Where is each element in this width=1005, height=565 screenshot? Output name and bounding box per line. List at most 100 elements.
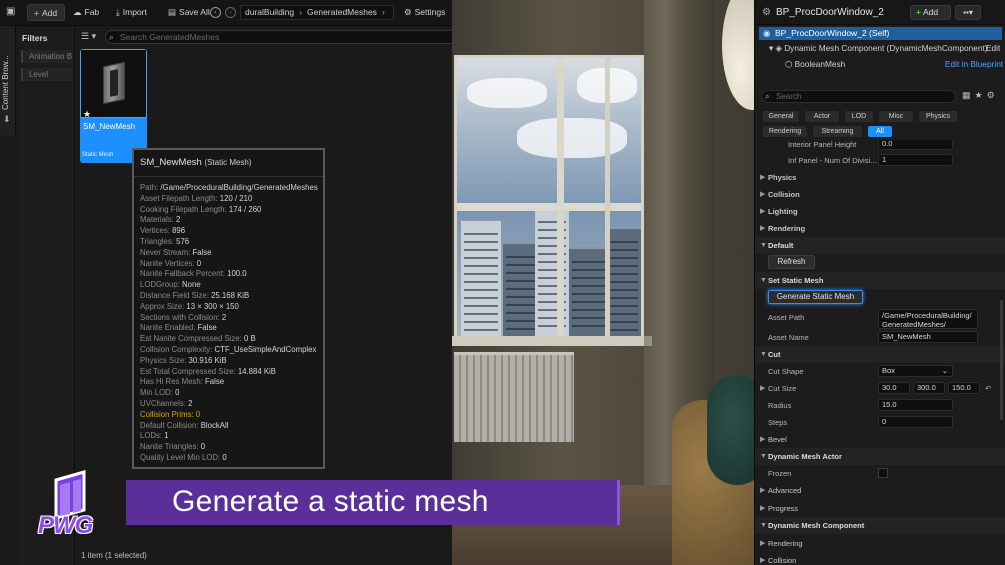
tab-lod[interactable]: LOD bbox=[845, 111, 873, 122]
tree-item-boolean-mesh[interactable]: ⬡ BooleanMesh bbox=[785, 59, 845, 69]
tooltip-row: Physics Size: 30.916 KiB bbox=[140, 356, 322, 367]
interior-panel-height-field[interactable]: 0.0 bbox=[878, 140, 953, 150]
breadcrumb-item[interactable]: duralBuilding bbox=[245, 7, 294, 17]
tab-actor[interactable]: Actor bbox=[805, 111, 839, 122]
history-forward-button[interactable]: › bbox=[225, 7, 236, 18]
section-lighting[interactable]: ▶ Lighting bbox=[755, 203, 1005, 220]
pin-icon[interactable]: ⬇ bbox=[3, 114, 11, 125]
filters-title: Filters bbox=[22, 33, 48, 43]
filter-chip-level[interactable]: Level bbox=[21, 68, 72, 81]
cut-size-z-field[interactable]: 150.0 bbox=[948, 382, 980, 394]
tab-rendering[interactable]: Rendering bbox=[763, 126, 807, 137]
settings-button[interactable]: ⚙ Settings bbox=[398, 4, 451, 21]
section-advanced[interactable]: ▶ Advanced bbox=[755, 482, 1005, 499]
save-all-button[interactable]: ▤ Save All bbox=[162, 4, 216, 21]
section-default[interactable]: ▼ Default bbox=[755, 237, 1005, 254]
section-dynamic-mesh-component[interactable]: ▼ Dynamic Mesh Component bbox=[755, 517, 1005, 534]
tooltip-row: Triangles: 576 bbox=[140, 237, 322, 248]
tab-physics[interactable]: Physics bbox=[919, 111, 957, 122]
refresh-button[interactable]: Refresh bbox=[768, 255, 815, 269]
add-button[interactable]: + Add bbox=[27, 4, 65, 21]
chevron-right-icon: ▶ bbox=[760, 557, 766, 564]
inf-panel-divisions-field[interactable]: 1 bbox=[878, 154, 953, 166]
cut-size-y-field[interactable]: 300.0 bbox=[913, 382, 945, 394]
edit-in-blueprint-link[interactable]: Edit in Blueprint bbox=[945, 59, 1003, 69]
edit-component-link[interactable]: Edit bbox=[986, 43, 1000, 53]
tree-item-self[interactable]: ◉ BP_ProcDoorWindow_2 (Self) bbox=[759, 27, 1002, 40]
section-dynamic-mesh-actor[interactable]: ▼ Dynamic Mesh Actor bbox=[755, 448, 1005, 465]
asset-path-field[interactable]: /Game/ProceduralBuilding/ GeneratedMeshe… bbox=[878, 309, 978, 329]
search-icon: ⌕ bbox=[765, 92, 770, 101]
tooltip-row-key: Approx Size: bbox=[140, 301, 185, 311]
details-scrollbar[interactable] bbox=[1000, 300, 1003, 420]
chevron-right-icon: › bbox=[381, 7, 385, 17]
section-collision[interactable]: ▶ Collision bbox=[755, 186, 1005, 203]
tab-streaming[interactable]: Streaming bbox=[813, 126, 862, 137]
section-progress[interactable]: ▶ Progress bbox=[755, 500, 1005, 517]
tooltip-row-key: Sections with Collision: bbox=[140, 312, 220, 322]
folder-icon[interactable]: ▣ bbox=[6, 6, 15, 17]
tooltip-row-key: Asset Filepath Length: bbox=[140, 193, 218, 203]
tooltip-row-key: Est Nanite Compressed Size: bbox=[140, 334, 242, 344]
asset-name-field[interactable]: SM_NewMesh bbox=[878, 331, 978, 343]
tab-general[interactable]: General bbox=[763, 111, 799, 122]
section-set-static-mesh[interactable]: ▼ Set Static Mesh bbox=[755, 272, 1005, 289]
tooltip-row-value: 0 bbox=[196, 258, 202, 268]
chevron-right-icon[interactable]: ▶ bbox=[760, 380, 765, 397]
section-bevel[interactable]: ▶ Bevel bbox=[755, 431, 1005, 448]
history-back-button[interactable]: ‹ bbox=[210, 7, 221, 18]
breadcrumb-item[interactable]: GeneratedMeshes bbox=[307, 7, 377, 17]
filter-icon[interactable]: ☰ ▾ bbox=[81, 31, 96, 42]
reset-icon[interactable]: ↶ bbox=[985, 380, 991, 397]
section-physics[interactable]: ▶ Physics bbox=[755, 169, 1005, 186]
tab-all[interactable]: All bbox=[868, 126, 892, 137]
filter-chip-animation[interactable]: Animation B bbox=[21, 50, 72, 63]
plus-icon: + bbox=[34, 8, 39, 18]
viewport-menu-icon[interactable]: ⋮ bbox=[744, 7, 754, 18]
asset-tile[interactable]: ★ SM_NewMesh Static Mesh bbox=[80, 49, 147, 163]
tree-item-dynamic-mesh-component[interactable]: ▾ ◈ Dynamic Mesh Component (DynamicMeshC… bbox=[769, 43, 988, 53]
asset-search-input[interactable]: ⌕ Search GeneratedMeshes ⌄ bbox=[105, 30, 487, 44]
chevron-right-icon: ▶ bbox=[760, 225, 766, 232]
tooltip-row-value: 576 bbox=[176, 236, 190, 246]
mesh-component-icon: ◈ bbox=[775, 43, 782, 53]
import-button[interactable]: ⤓ Import bbox=[110, 4, 153, 21]
table-view-icon[interactable]: ▦ bbox=[962, 90, 975, 100]
star-icon[interactable]: ★ bbox=[975, 90, 987, 100]
tooltip-row: Est Nanite Compressed Size: 0 B bbox=[140, 334, 322, 345]
cut-shape-select[interactable]: Box ⌄ bbox=[878, 365, 953, 377]
side-tab-label: Content Brow... bbox=[1, 55, 10, 110]
frozen-checkbox[interactable] bbox=[878, 468, 888, 478]
caption-text: Generate a static mesh bbox=[172, 485, 489, 518]
steps-field[interactable]: 0 bbox=[878, 416, 953, 428]
details-search-input[interactable]: ⌕ Search bbox=[761, 90, 956, 103]
section-rendering[interactable]: ▶ Rendering bbox=[755, 220, 1005, 237]
tooltip-row-value: 174 / 260 bbox=[228, 204, 262, 214]
property-row: Generate Static Mesh bbox=[755, 289, 1005, 306]
section-cut[interactable]: ▼ Cut bbox=[755, 346, 1005, 363]
generate-static-mesh-button[interactable]: Generate Static Mesh bbox=[768, 290, 863, 304]
cut-size-x-field[interactable]: 30.0 bbox=[878, 382, 910, 394]
gear-icon[interactable]: ⚙ bbox=[987, 90, 999, 100]
tooltip-row-key: Has Hi Res Mesh: bbox=[140, 377, 203, 387]
radius-field[interactable]: 15.0 bbox=[878, 399, 953, 411]
actor-icon: ◉ bbox=[763, 28, 771, 38]
view-options-button[interactable]: ▪▪▾ bbox=[955, 5, 981, 20]
scene-window bbox=[454, 55, 644, 340]
tooltip-row-value: 2 bbox=[188, 398, 193, 408]
chevron-right-icon: ▶ bbox=[760, 505, 766, 512]
expand-arrow-icon[interactable]: ▾ bbox=[769, 43, 773, 53]
tooltip-row: Collision Prims: 0 bbox=[140, 410, 322, 421]
chevron-right-icon: ▶ bbox=[760, 540, 766, 547]
tooltip-row-value: 13 × 300 × 150 bbox=[186, 301, 239, 311]
section-collision-component[interactable]: ▶ Collision bbox=[755, 552, 1005, 565]
property-row: Steps 0 bbox=[755, 414, 1005, 431]
fab-button[interactable]: ☁ Fab bbox=[67, 4, 105, 21]
chevron-right-icon: ▶ bbox=[760, 208, 766, 215]
content-browser-side-tab[interactable]: Content Brow... ⬇ bbox=[0, 26, 16, 136]
breadcrumb[interactable]: duralBuilding › GeneratedMeshes › bbox=[240, 5, 394, 20]
tab-misc[interactable]: Misc bbox=[879, 111, 913, 122]
section-rendering-component[interactable]: ▶ Rendering bbox=[755, 535, 1005, 552]
property-row: Asset Name SM_NewMesh bbox=[755, 329, 1005, 346]
add-component-button[interactable]: + Add bbox=[910, 5, 951, 20]
